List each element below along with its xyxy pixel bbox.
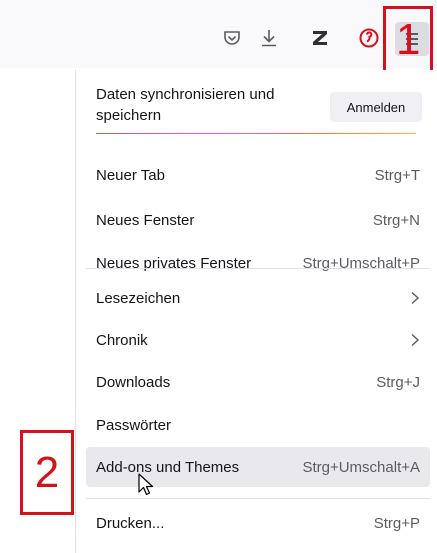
menu-item-shortcut: Strg+Umschalt+A (302, 458, 420, 476)
callout-1-label: 1 (396, 15, 421, 64)
menu-item-print[interactable]: Drucken... Strg+P (86, 503, 430, 543)
menu-item-new-private-window[interactable]: Neues privates Fenster Strg+Umschalt+P (86, 243, 430, 283)
menu-separator (86, 268, 430, 269)
menu-item-history[interactable]: Chronik (86, 320, 430, 360)
callout-2-label: 2 (34, 447, 60, 497)
menu-item-label: Drucken... (96, 514, 165, 532)
sync-text: Daten synchronisieren und speichern (96, 86, 275, 124)
menu-item-downloads[interactable]: Downloads Strg+J (86, 362, 430, 402)
menu-item-new-tab[interactable]: Neuer Tab Strg+T (86, 155, 430, 195)
sync-gradient-divider (96, 133, 416, 134)
menu-item-label: Lesezeichen (96, 289, 181, 307)
menu-item-shortcut: Strg+J (376, 373, 420, 391)
browser-toolbar (0, 0, 437, 68)
zotero-icon[interactable] (304, 22, 336, 54)
chevron-right-icon (411, 291, 420, 305)
menu-item-label: Neues Fenster (96, 211, 195, 229)
menu-separator (86, 498, 430, 499)
chevron-right-icon (411, 333, 420, 347)
sync-section: Daten synchronisieren und speichern Anme… (96, 84, 422, 124)
menu-item-label: Downloads (96, 373, 171, 391)
menu-item-shortcut: Strg+N (372, 211, 420, 229)
pocket-icon[interactable] (216, 22, 248, 54)
menu-item-passwords[interactable]: Passwörter (86, 405, 430, 445)
menu-item-shortcut: Strg+T (374, 166, 420, 184)
menu-item-shortcut: Strg+P (373, 514, 420, 532)
extension-icon[interactable] (353, 22, 385, 54)
sign-in-button[interactable]: Anmelden (330, 92, 422, 122)
callout-2: 2 (20, 430, 74, 515)
menu-item-new-window[interactable]: Neues Fenster Strg+N (86, 200, 430, 240)
menu-item-bookmarks[interactable]: Lesezeichen (86, 278, 430, 318)
mouse-cursor-icon (138, 473, 154, 496)
menu-item-label: Chronik (96, 331, 148, 349)
download-icon[interactable] (253, 22, 285, 54)
menu-item-label: Passwörter (96, 416, 172, 434)
menu-item-label: Add-ons und Themes (96, 458, 240, 476)
app-menu-panel: Daten synchronisieren und speichern Anme… (75, 70, 437, 553)
menu-item-label: Neuer Tab (96, 166, 165, 184)
